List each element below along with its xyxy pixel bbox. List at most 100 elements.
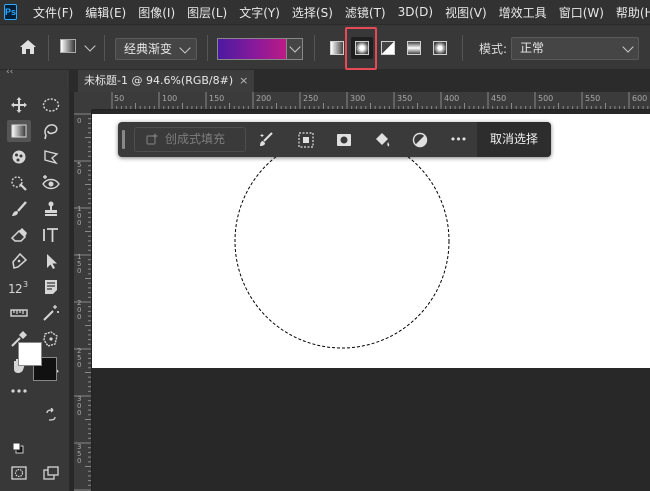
ruler-label: 3 5 0 — [77, 443, 82, 465]
angle-gradient-button[interactable] — [377, 37, 399, 59]
gradient-tool-preset-icon[interactable] — [60, 39, 76, 53]
ruler-label: 250 — [303, 94, 319, 103]
more-tools-icon[interactable] — [7, 380, 31, 402]
reflected-gradient-icon — [407, 41, 421, 55]
eye-plus-icon[interactable] — [39, 172, 63, 194]
chevron-down-icon — [289, 41, 301, 53]
modify-selection-brush-icon[interactable] — [258, 131, 276, 149]
ruler-label: 0 — [77, 117, 82, 125]
deselect-button[interactable]: 取消选择 — [477, 122, 551, 157]
menu-edit[interactable]: 编辑(E) — [79, 4, 132, 21]
diamond-gradient-button[interactable] — [429, 37, 451, 59]
ruler-label: 1 5 0 — [77, 253, 82, 275]
gradient-tool-icon[interactable] — [7, 120, 31, 142]
document-tab-title: 未标题-1 @ 94.6%(RGB/8#) — [84, 74, 234, 87]
lasso-tool-icon[interactable] — [39, 120, 63, 142]
ruler-corner — [74, 92, 92, 110]
horizontal-ruler: 50 100 150 200 250 300 350 400 450 500 5… — [92, 92, 650, 110]
select-and-mask-icon[interactable] — [297, 131, 315, 149]
move-tool-icon[interactable] — [7, 94, 31, 116]
diamond-gradient-icon — [433, 41, 447, 55]
foreground-color-swatch[interactable] — [18, 342, 42, 366]
photoshop-logo: Ps — [4, 4, 18, 20]
brush-tool-icon[interactable] — [7, 198, 31, 220]
options-bar: 经典渐变 模式: 正常 — [0, 24, 650, 70]
selection-highlight-box — [345, 27, 377, 70]
ruler-label: 600 — [632, 94, 648, 103]
document-tab-strip: 未标题-1 @ 94.6%(RGB/8#) × — [70, 70, 650, 92]
menu-help[interactable]: 帮助(H) — [610, 4, 650, 21]
eraser-tool-icon[interactable] — [7, 224, 31, 246]
quick-mask-icon[interactable] — [7, 462, 31, 484]
divider — [104, 35, 105, 61]
svg-text:2: 2 — [15, 282, 23, 296]
home-icon[interactable] — [18, 38, 38, 56]
menu-type[interactable]: 文字(Y) — [233, 4, 286, 21]
object-selection-icon[interactable] — [7, 146, 31, 168]
tools-panel: ‹‹ 123 — [0, 67, 70, 491]
ruler-label: 400 — [444, 94, 460, 103]
angle-gradient-icon — [381, 41, 395, 55]
menu-file[interactable]: 文件(F) — [27, 4, 79, 21]
divider — [207, 35, 208, 61]
clone-stamp-icon[interactable] — [39, 198, 63, 220]
fill-selection-icon[interactable] — [373, 131, 391, 149]
type-tool-icon[interactable] — [39, 224, 63, 246]
pen-tool-icon[interactable] — [7, 250, 31, 272]
ruler-label: 2 5 0 — [77, 347, 82, 369]
vertical-ruler: 0 5 0 1 0 0 1 5 0 2 0 0 2 5 0 3 0 0 3 5 … — [74, 110, 92, 491]
mask-from-selection-icon[interactable] — [335, 131, 353, 149]
elliptical-marquee-icon[interactable] — [39, 94, 63, 116]
chevron-down-icon[interactable] — [84, 40, 96, 52]
gradient-style-value: 经典渐变 — [124, 42, 173, 56]
menu-select[interactable]: 选择(S) — [286, 4, 339, 21]
gradient-style-select[interactable]: 经典渐变 — [115, 38, 197, 60]
menu-plugins[interactable]: 增效工具 — [493, 4, 553, 21]
default-colors-icon[interactable] — [12, 442, 24, 454]
ruler-label: 300 — [350, 94, 366, 103]
count-tool-icon[interactable]: 123 — [7, 276, 31, 298]
reflected-gradient-button[interactable] — [403, 37, 425, 59]
menu-window[interactable]: 窗口(W) — [553, 4, 610, 21]
chevron-down-icon — [179, 42, 191, 54]
puppet-warp-icon[interactable] — [39, 328, 63, 350]
ruler-label: 50 — [114, 94, 125, 103]
divider — [48, 35, 49, 61]
blend-mode-select[interactable]: 正常 — [511, 37, 639, 60]
quick-selection-icon[interactable] — [7, 172, 31, 194]
note-tool-icon[interactable] — [39, 276, 63, 298]
divider — [462, 35, 463, 61]
polygonal-lasso-icon[interactable] — [39, 146, 63, 168]
ruler-label: 150 — [209, 94, 225, 103]
gradient-picker-dropdown[interactable] — [286, 39, 302, 59]
screen-mode-icon[interactable] — [39, 462, 63, 484]
ruler-label: 2 0 0 — [77, 299, 82, 321]
divider — [314, 35, 315, 61]
magic-wand-icon[interactable] — [39, 302, 63, 324]
ruler-tool-icon[interactable] — [7, 302, 31, 324]
contextual-task-bar: 创成式填充 ••• 取消选择 — [118, 122, 551, 157]
swap-colors-icon[interactable] — [44, 408, 58, 422]
generative-fill-label: 创成式填充 — [165, 132, 226, 146]
ruler-label: 100 — [162, 94, 178, 103]
collapse-panel-icon[interactable]: ‹‹ — [6, 67, 13, 77]
gradient-picker[interactable] — [217, 38, 303, 60]
menu-3d[interactable]: 3D(D) — [392, 5, 439, 19]
adjustment-layer-icon[interactable] — [411, 131, 429, 149]
ruler-label: 500 — [538, 94, 554, 103]
menu-layer[interactable]: 图层(L) — [181, 4, 233, 21]
chevron-down-icon — [622, 41, 634, 53]
generative-fill-button[interactable]: 创成式填充 — [134, 127, 246, 152]
menu-image[interactable]: 图像(I) — [132, 4, 181, 21]
more-options-icon[interactable]: ••• — [449, 131, 467, 149]
drag-handle[interactable] — [122, 130, 125, 149]
close-icon[interactable]: × — [239, 74, 248, 87]
blend-mode-value: 正常 — [520, 41, 545, 55]
document-tab[interactable]: 未标题-1 @ 94.6%(RGB/8#) × — [78, 70, 255, 92]
ruler-label: 350 — [397, 94, 413, 103]
menu-filter[interactable]: 滤镜(T) — [339, 4, 392, 21]
ruler-label: 5 0 — [77, 161, 82, 176]
menu-view[interactable]: 视图(V) — [439, 4, 493, 21]
mode-label: 模式: — [479, 42, 508, 56]
path-selection-icon[interactable] — [39, 250, 63, 272]
